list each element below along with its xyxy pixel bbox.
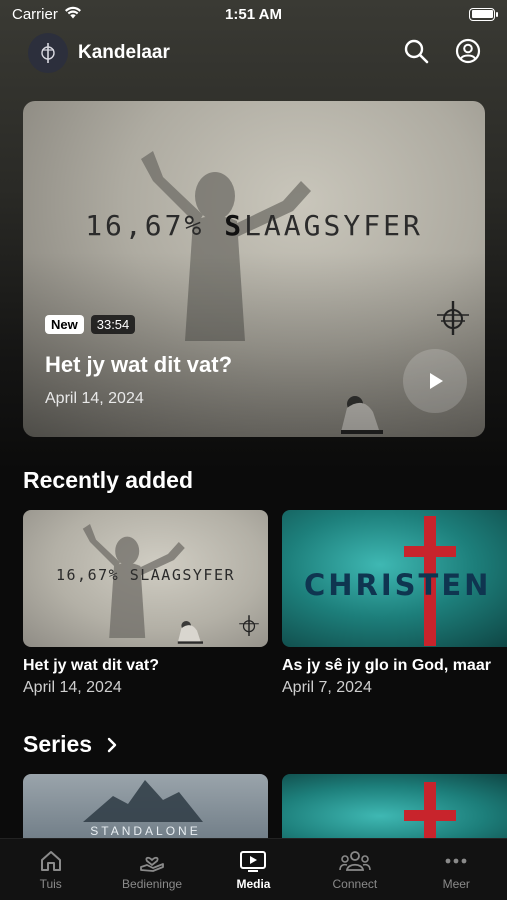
tab-label: Tuis [39, 877, 62, 891]
artwork-text-rest: LAAGSYFER [244, 209, 423, 242]
home-icon [40, 851, 61, 871]
hero-title: Het jy wat dit vat? [45, 352, 233, 377]
play-icon [430, 373, 443, 389]
thumbnail-art-text: CHRISTEN [304, 568, 492, 602]
group-icon [339, 851, 371, 871]
status-time: 1:51 AM [225, 5, 282, 23]
tab-meer[interactable]: Meer [411, 849, 501, 891]
hero-date: April 14, 2024 [45, 390, 144, 407]
status-bar: Carrier 1:51 AM [0, 0, 507, 28]
app-header: Kandelaar [28, 33, 481, 73]
tab-label: Bedieninge [122, 877, 183, 891]
tab-tuis[interactable]: Tuis [6, 849, 96, 891]
media-card-title: As jy sê jy glo in God, maar [282, 657, 491, 674]
media-thumbnail: 16,67% SLAAGSYFER [23, 510, 268, 647]
church-logo[interactable] [28, 33, 68, 73]
duration-badge: 33:54 [90, 315, 136, 334]
series-heading: Series [23, 731, 93, 757]
mountain-artwork [83, 780, 203, 822]
cross-artwork [404, 782, 456, 844]
play-button[interactable] [403, 349, 467, 413]
battery-icon [469, 7, 498, 21]
media-card[interactable]: 16,67% SLAAGSYFER Het jy wat dit vat? Ap… [23, 510, 268, 697]
artwork-text-prefix: 16,67% [85, 209, 225, 242]
series-card[interactable] [282, 774, 507, 844]
tab-bedieninge[interactable]: Bedieninge [107, 849, 197, 891]
thumbnail-art-text: 16,67% SLAAGSYFER [55, 566, 236, 584]
series-heading-link[interactable]: Series [23, 731, 118, 758]
tab-label: Media [236, 877, 271, 891]
featured-hero-card[interactable]: 16,67% SLAAGSYFER New 33:54 Het jy wat d… [23, 101, 485, 437]
kneeling-person-artwork [177, 621, 203, 644]
series-card[interactable]: STANDALONE [23, 774, 268, 844]
media-card-date: April 7, 2024 [282, 679, 372, 696]
hero-artwork-text: 16,67% SLAAGSYFER [23, 209, 485, 242]
artwork-text-bold: S [224, 209, 245, 242]
tab-label: Meer [442, 877, 470, 891]
brand-mark-icon [239, 615, 259, 636]
chevron-right-icon [107, 737, 117, 752]
tv-play-icon [240, 851, 267, 872]
brand-mark-icon [437, 301, 469, 335]
hand-heart-icon [140, 856, 164, 872]
series-art-text: STANDALONE [90, 824, 201, 838]
tab-connect[interactable]: Connect [310, 849, 400, 891]
tab-label: Connect [332, 877, 378, 891]
profile-icon[interactable] [455, 38, 481, 69]
hero-badges: New 33:54 [45, 315, 136, 334]
tab-bar: Tuis Bedieninge Media Connect Meer [0, 838, 507, 900]
tab-media[interactable]: Media [208, 849, 298, 891]
recently-added-heading: Recently added [23, 467, 193, 493]
new-badge: New [45, 315, 84, 334]
more-icon [445, 858, 467, 864]
app-title: Kandelaar [78, 42, 170, 63]
media-card[interactable]: CHRISTEN As jy sê jy glo in God, maar Ap… [282, 510, 507, 697]
header-actions [403, 38, 481, 69]
media-thumbnail: CHRISTEN [282, 510, 507, 647]
media-card-date: April 14, 2024 [23, 679, 122, 696]
media-card-title: Het jy wat dit vat? [23, 657, 160, 674]
search-icon[interactable] [403, 38, 429, 69]
candle-logo-icon [41, 43, 55, 63]
